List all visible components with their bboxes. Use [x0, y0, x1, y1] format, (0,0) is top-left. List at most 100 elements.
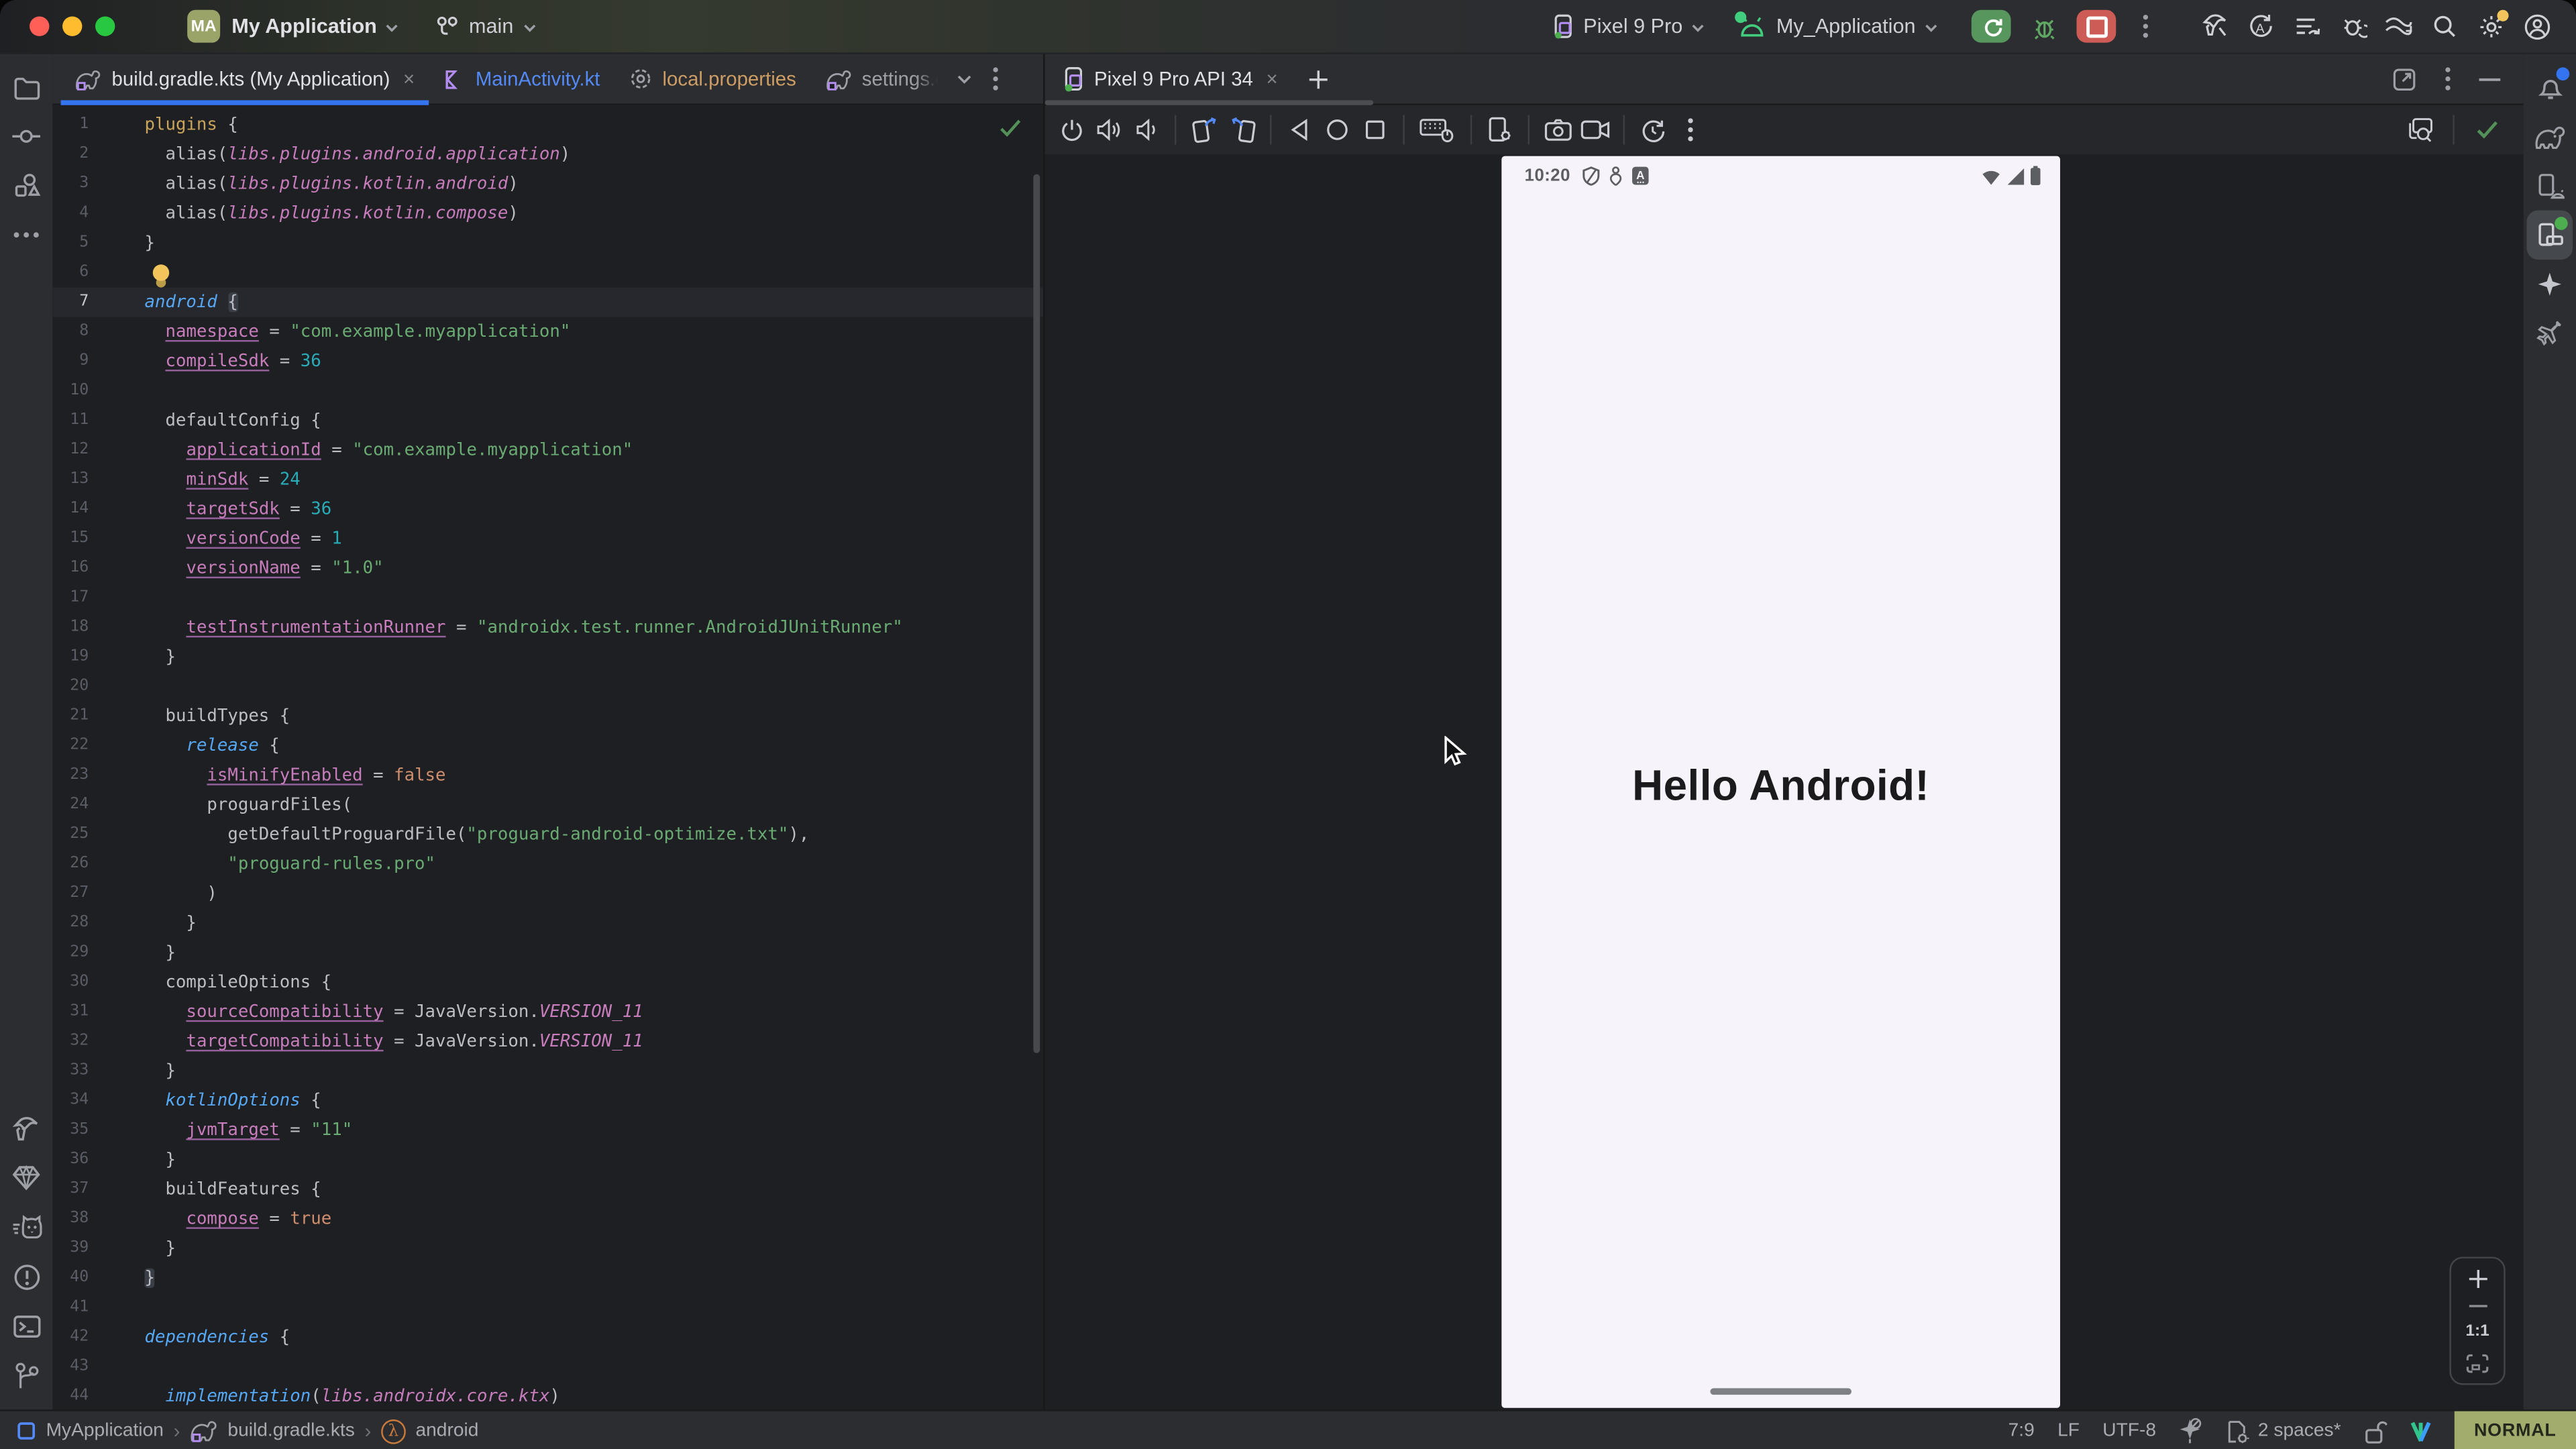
search-everywhere-button[interactable] [2422, 7, 2468, 46]
code-line[interactable]: 13 minSdk = 24 [52, 465, 1043, 494]
tool-commit[interactable] [3, 112, 50, 161]
code-line[interactable]: 16 versionName = "1.0" [52, 553, 1043, 583]
tool-problems[interactable] [3, 1252, 50, 1301]
back-icon[interactable] [1283, 112, 1316, 148]
tool-terminal[interactable] [3, 1301, 50, 1350]
code-line[interactable]: 20 [52, 672, 1043, 702]
code-line[interactable]: 39 } [52, 1234, 1043, 1263]
code-line[interactable]: 42dependencies { [52, 1322, 1043, 1352]
new-device-tab-button[interactable] [1293, 54, 1344, 103]
debug-button[interactable] [2021, 7, 2067, 46]
device-settings-icon[interactable] [1483, 112, 1516, 148]
tool-app-quality-insights[interactable] [3, 1153, 50, 1202]
tool-app-insights-plane[interactable] [2527, 309, 2573, 358]
zoom-out-button[interactable] [2467, 1303, 2488, 1309]
vim-plugin-icon[interactable] [2410, 1420, 2431, 1442]
account-button[interactable] [2514, 7, 2560, 46]
code-line[interactable]: 41 [52, 1293, 1043, 1322]
line-separator[interactable]: LF [2057, 1421, 2080, 1440]
code-line[interactable]: 43 [52, 1352, 1043, 1382]
virtual-input-icon[interactable] [1416, 112, 1459, 148]
indent-widget[interactable]: 2 spaces* [2225, 1419, 2341, 1444]
run-configuration-selector[interactable]: My_Application [1739, 15, 1939, 38]
code-line[interactable]: 28 } [52, 908, 1043, 938]
power-icon[interactable] [1055, 112, 1087, 148]
code-line[interactable]: 38 compose = true [52, 1204, 1043, 1234]
code-line[interactable]: 33 } [52, 1057, 1043, 1086]
code-line[interactable]: 44 implementation(libs.androidx.core.ktx… [52, 1382, 1043, 1410]
tool-device-manager[interactable] [2527, 161, 2573, 210]
file-encoding[interactable]: UTF-8 [2102, 1421, 2156, 1440]
code-line[interactable]: 35 jvmTarget = "11" [52, 1116, 1043, 1145]
tool-resource-manager[interactable] [3, 161, 50, 210]
code-line[interactable]: 6 [52, 258, 1043, 287]
vcs-branch-widget[interactable]: main [436, 14, 537, 39]
code-line[interactable]: 15 versionCode = 1 [52, 524, 1043, 553]
code-line[interactable]: 25 getDefaultProguardFile("proguard-andr… [52, 820, 1043, 849]
code-assist-button[interactable]: A [2238, 7, 2284, 46]
code-line[interactable]: 40} [52, 1263, 1043, 1293]
tab-settings-gradle[interactable]: settings.g [811, 54, 953, 103]
code-line[interactable]: 18 testInstrumentationRunner = "androidx… [52, 612, 1043, 642]
code-line[interactable]: 26 "proguard-rules.pro" [52, 849, 1043, 879]
layers-search-icon[interactable] [2404, 112, 2436, 148]
vim-mode-badge[interactable]: NORMAL [2455, 1411, 2576, 1449]
code-line[interactable]: 37 buildFeatures { [52, 1175, 1043, 1204]
tool-build[interactable] [3, 1104, 50, 1153]
update-branches-button[interactable] [2375, 7, 2422, 46]
rotate-right-icon[interactable] [1226, 112, 1258, 148]
code-line[interactable]: 21 buildTypes { [52, 702, 1043, 731]
volume-up-icon[interactable] [1093, 112, 1126, 148]
tool-logcat[interactable] [3, 1203, 50, 1252]
device-selector[interactable]: Pixel 9 Pro [1552, 13, 1706, 40]
zoom-in-button[interactable] [2467, 1269, 2488, 1290]
build-button[interactable] [2192, 7, 2238, 46]
bug-rerun-button[interactable] [2330, 7, 2376, 46]
rerun-button[interactable] [1972, 10, 2011, 43]
inspection-ok-icon[interactable] [999, 118, 1022, 138]
tabs-more-kebab-icon[interactable] [991, 66, 998, 92]
code-line[interactable]: 10 [52, 376, 1043, 406]
panel-more-kebab-icon[interactable] [2445, 66, 2451, 92]
settings-button[interactable] [2467, 7, 2514, 46]
code-line[interactable]: 17 [52, 583, 1043, 612]
tab-emulator-device[interactable]: Pixel 9 Pro API 34 × [1048, 54, 1292, 103]
rotate-left-icon[interactable] [1188, 112, 1221, 148]
code-line[interactable]: 7android { [52, 288, 1043, 317]
more-run-actions-button[interactable] [2123, 7, 2169, 46]
code-line[interactable]: 11 defaultConfig { [52, 406, 1043, 435]
tool-project[interactable] [3, 62, 50, 111]
code-line[interactable]: 27 ) [52, 879, 1043, 908]
code-line[interactable]: 30 compileOptions { [52, 967, 1043, 997]
breadcrumb-item[interactable]: android [415, 1421, 478, 1440]
home-icon[interactable] [1321, 112, 1354, 148]
screenshot-icon[interactable] [1541, 112, 1574, 148]
code-line[interactable]: 14 targetSdk = 36 [52, 494, 1043, 524]
code-line[interactable]: 36 } [52, 1145, 1043, 1175]
code-line[interactable]: 1plugins { [52, 110, 1043, 140]
tool-running-devices[interactable] [2527, 210, 2573, 259]
tool-notifications[interactable] [2527, 62, 2573, 111]
lock-icon[interactable] [2364, 1419, 2387, 1444]
fit-to-window-button[interactable] [2466, 1354, 2489, 1373]
stop-button[interactable] [2077, 10, 2116, 43]
code-line[interactable]: 29 } [52, 938, 1043, 967]
code-line[interactable]: 23 isMinifyEnabled = false [52, 761, 1043, 790]
snapshots-icon[interactable] [1636, 112, 1669, 148]
zoom-window-button[interactable] [95, 16, 115, 36]
actual-size-button[interactable]: 1:1 [2465, 1322, 2489, 1340]
tool-version-control[interactable] [3, 1350, 50, 1399]
navigation-pill[interactable] [1710, 1388, 1851, 1395]
code-line[interactable]: 32 targetCompatibility = JavaVersion.VER… [52, 1027, 1043, 1057]
intention-bulb-icon[interactable] [153, 264, 169, 280]
task-list-button[interactable] [2284, 7, 2330, 46]
code-line[interactable]: 22 release { [52, 731, 1043, 761]
tab-mainactivity[interactable]: MainActivity.kt [429, 54, 614, 103]
code-line[interactable]: 34 kotlinOptions { [52, 1086, 1043, 1116]
hide-panel-icon[interactable] [2479, 76, 2501, 81]
ai-disabled-icon[interactable] [2179, 1417, 2202, 1444]
tool-gemini[interactable] [2527, 260, 2573, 309]
tab-local-properties[interactable]: local.properties [614, 54, 810, 103]
close-tab-icon[interactable]: × [403, 67, 415, 90]
code-editor[interactable]: 1plugins {2 alias(libs.plugins.android.a… [52, 105, 1043, 1409]
